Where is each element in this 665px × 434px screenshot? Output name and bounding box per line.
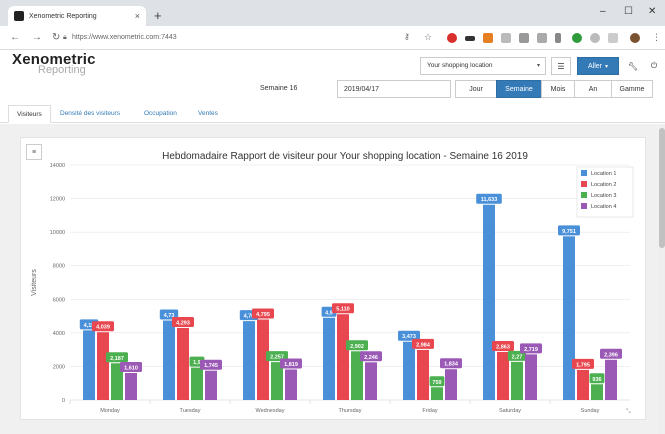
data-label: 4,795 bbox=[256, 312, 270, 318]
legend-label: Location 3 bbox=[591, 193, 616, 199]
data-label: 2,902 bbox=[350, 344, 364, 350]
y-tick-label: 0 bbox=[62, 398, 65, 404]
legend-swatch bbox=[581, 181, 587, 187]
bar bbox=[525, 354, 537, 400]
y-tick-label: 4000 bbox=[53, 331, 65, 337]
bar bbox=[483, 204, 495, 400]
data-label: 2,27 bbox=[512, 354, 523, 360]
bar bbox=[163, 320, 175, 400]
bar bbox=[285, 369, 297, 400]
data-label: 4,9 bbox=[325, 310, 333, 316]
bar bbox=[323, 317, 335, 400]
legend-label: Location 1 bbox=[591, 171, 616, 177]
y-tick-label: 12000 bbox=[50, 197, 65, 203]
y-tick-label: 2000 bbox=[53, 364, 65, 370]
data-label: 759 bbox=[432, 380, 441, 386]
bar bbox=[431, 387, 443, 400]
bar bbox=[417, 349, 429, 400]
y-tick-label: 14000 bbox=[50, 163, 65, 169]
data-label: 2,863 bbox=[496, 344, 510, 350]
bar bbox=[97, 332, 109, 400]
legend-label: Location 4 bbox=[591, 204, 616, 210]
data-label: 936 bbox=[592, 377, 601, 383]
bar bbox=[577, 369, 589, 400]
chart-title: Hebdomadaire Rapport de visiteur pour Yo… bbox=[162, 151, 528, 162]
bar bbox=[591, 384, 603, 400]
data-label: 2,396 bbox=[604, 352, 618, 358]
y-tick-label: 8000 bbox=[53, 264, 65, 270]
bar bbox=[177, 327, 189, 400]
x-tick-label: Wednesday bbox=[256, 408, 285, 414]
data-label: 1,795 bbox=[576, 362, 590, 368]
data-label: 2,719 bbox=[524, 347, 538, 353]
bar bbox=[337, 314, 349, 400]
y-axis-label: Visiteurs bbox=[31, 269, 38, 296]
data-label: 4,293 bbox=[176, 320, 190, 326]
x-tick-label: Friday bbox=[422, 408, 438, 414]
bar bbox=[403, 341, 415, 400]
data-label: 11,633 bbox=[481, 197, 498, 203]
legend-swatch bbox=[581, 170, 587, 176]
bar bbox=[511, 361, 523, 400]
data-label: 9,751 bbox=[562, 229, 576, 235]
bar bbox=[243, 321, 255, 400]
bar bbox=[365, 362, 377, 400]
bar bbox=[205, 370, 217, 400]
y-tick-label: 10000 bbox=[50, 230, 65, 236]
bar bbox=[125, 372, 137, 400]
data-label: 2,984 bbox=[416, 342, 431, 348]
visitor-chart: Hebdomadaire Rapport de visiteur pour Yo… bbox=[31, 151, 634, 415]
data-label: 1,610 bbox=[124, 365, 138, 371]
x-tick-label: Saturday bbox=[499, 408, 521, 414]
data-label: 2,187 bbox=[110, 356, 124, 362]
x-tick-label: Monday bbox=[100, 408, 120, 414]
data-label: 2,246 bbox=[364, 355, 378, 361]
bar bbox=[497, 351, 509, 400]
legend-swatch bbox=[581, 203, 587, 209]
y-tick-label: 6000 bbox=[53, 297, 65, 303]
bar bbox=[191, 367, 203, 400]
data-label: 4,039 bbox=[96, 325, 110, 331]
x-tick-label: Tuesday bbox=[180, 408, 201, 414]
data-label: 1,9 bbox=[193, 360, 201, 366]
resize-grip-icon: ⤡ bbox=[626, 408, 631, 415]
x-tick-label: Sunday bbox=[581, 408, 600, 414]
data-label: 1,819 bbox=[284, 362, 298, 368]
legend-label: Location 2 bbox=[591, 182, 616, 188]
x-tick-label: Thursday bbox=[339, 408, 362, 414]
bar bbox=[563, 236, 575, 400]
bar bbox=[445, 369, 457, 400]
data-label: 5,110 bbox=[336, 307, 349, 313]
data-label: 1,745 bbox=[204, 363, 218, 369]
legend-swatch bbox=[581, 192, 587, 198]
bar bbox=[83, 330, 95, 400]
bar bbox=[605, 359, 617, 400]
data-label: 1,834 bbox=[444, 362, 459, 368]
